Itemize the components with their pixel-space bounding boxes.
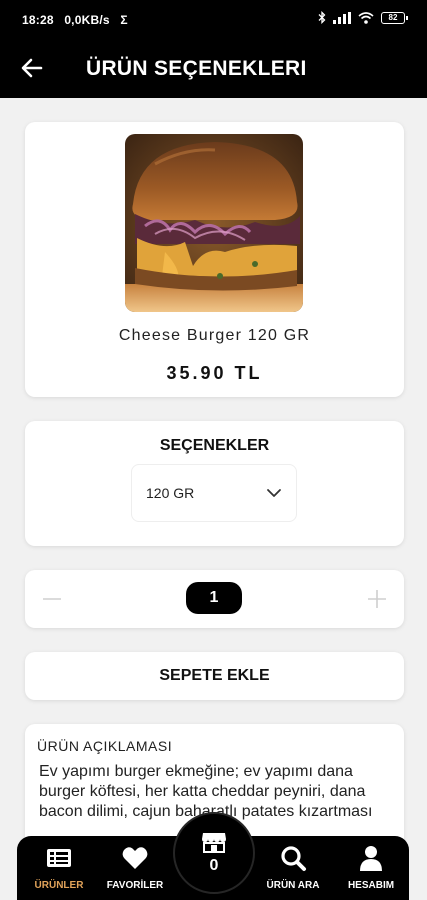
minus-icon <box>43 598 61 600</box>
nav-label-search: ÜRÜN ARA <box>266 880 320 891</box>
product-name: Cheese Burger 120 GR <box>118 327 311 344</box>
product-image <box>125 134 303 312</box>
add-to-cart-label: SEPETE EKLE <box>159 667 270 684</box>
nav-item-products[interactable]: ÜRÜNLER <box>21 844 97 896</box>
list-icon <box>47 849 71 867</box>
status-time: 18:28 <box>22 13 54 27</box>
nav-item-favorites[interactable]: FAVORİLER <box>97 844 173 896</box>
nav-label-favorites: FAVORİLER <box>106 880 164 891</box>
option-selected-value: 120 GR <box>146 485 195 501</box>
nav-label-products: ÜRÜNLER <box>34 880 84 891</box>
heart-icon <box>122 847 148 869</box>
bluetooth-icon <box>318 11 326 24</box>
description-title: ÜRÜN AÇIKLAMASI <box>37 738 173 754</box>
status-left: 18:28 0,0KB/s Σ <box>22 13 128 27</box>
status-sigma: Σ <box>120 13 128 27</box>
plus-icon <box>368 590 386 608</box>
search-icon <box>281 846 306 871</box>
store-icon <box>202 833 226 853</box>
app-bar: ÜRÜN SEÇENEKLERI <box>0 40 427 98</box>
battery-icon: 82 <box>381 11 408 24</box>
wifi-icon <box>358 11 374 24</box>
nav-item-account[interactable]: HESABIM <box>333 844 409 896</box>
quantity-stepper: 1 <box>25 570 404 628</box>
increase-quantity-button[interactable] <box>362 584 392 614</box>
back-button[interactable] <box>14 50 50 86</box>
cart-button[interactable]: 0 <box>173 812 255 894</box>
product-card: Cheese Burger 120 GR 35.90 TL <box>25 122 404 397</box>
arrow-left-icon <box>21 58 43 78</box>
status-bar: 18:28 0,0KB/s Σ 82 <box>0 0 427 40</box>
battery-level: 82 <box>388 12 398 22</box>
option-select[interactable]: 120 GR <box>131 464 297 522</box>
page-title: ÜRÜN SEÇENEKLERI <box>86 57 307 80</box>
nav-item-search[interactable]: ÜRÜN ARA <box>255 844 331 896</box>
nav-label-account: HESABIM <box>347 880 395 891</box>
chevron-down-icon <box>267 489 281 497</box>
user-icon <box>360 846 382 871</box>
status-speed: 0,0KB/s <box>64 13 110 27</box>
signal-icon <box>333 11 351 24</box>
status-right: 82 <box>318 11 408 24</box>
options-card: SEÇENEKLER 120 GR <box>25 421 404 546</box>
options-title: SEÇENEKLER <box>159 437 270 454</box>
decrease-quantity-button[interactable] <box>37 584 67 614</box>
add-to-cart-button[interactable]: SEPETE EKLE <box>25 652 404 700</box>
cart-count: 0 <box>209 857 219 874</box>
quantity-value: 1 <box>186 582 242 614</box>
product-price: 35.90 TL <box>166 363 263 383</box>
